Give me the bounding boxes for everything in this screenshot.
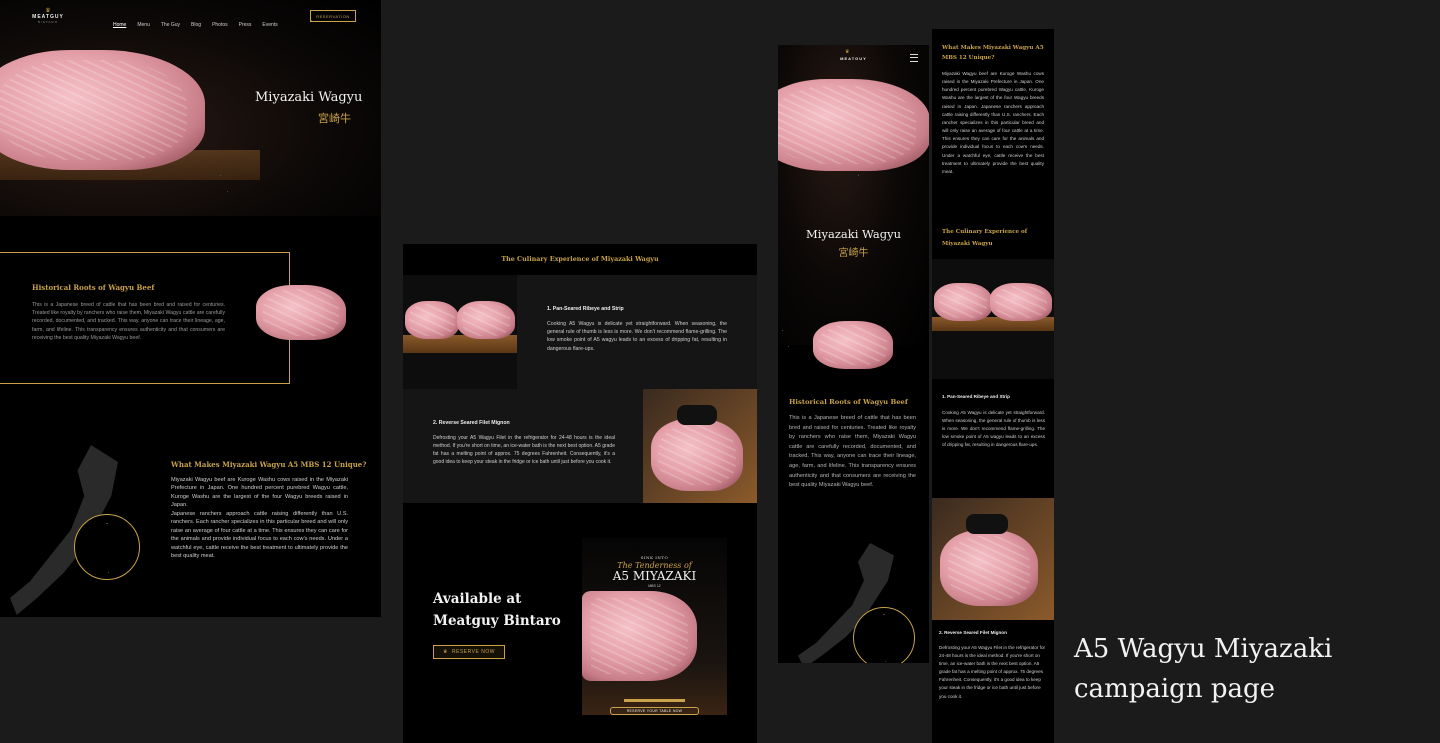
item2-title: 2. Reverse Seared Filet Mignon <box>433 420 510 426</box>
ribeye-image <box>403 275 517 389</box>
nav-home[interactable]: Home <box>113 22 126 28</box>
caption-line-1: A5 Wagyu Miyazaki <box>1074 634 1333 664</box>
item1-title: 1. Pan-Seared Ribeye and Strip <box>547 306 624 312</box>
mobile-hero-title: Miyazaki Wagyu <box>806 227 901 241</box>
mobile-unique-text: Miyazaki Wagyu beef are Kuroge Washu cow… <box>942 71 1044 174</box>
hero-title: Miyazaki Wagyu <box>255 90 363 105</box>
nav-press[interactable]: Press <box>239 22 252 28</box>
poster-title: A5 MIYAZAKI <box>612 569 697 583</box>
nav-events[interactable]: Events <box>262 22 277 28</box>
mobile-ribeye-image <box>932 259 1054 379</box>
filet-meat <box>940 530 1038 606</box>
gloved-hand <box>966 514 1008 534</box>
desktop-mockup: ♛ MEATGUY BINTARO Home Menu The Guy Blog Pho… <box>0 0 381 617</box>
mobile-unique-title: What Makes Miyazaki Wagyu A5 MBS 12 Uniq… <box>942 45 1044 61</box>
unique-text-2: Japanese ranchers approach cattle raisin… <box>171 511 348 560</box>
miyazaki-outline-icon <box>875 614 893 662</box>
japan-map-outline <box>220 20 342 192</box>
historical-title: Historical Roots of Wagyu Beef <box>32 283 155 292</box>
ribeye-right <box>990 283 1052 321</box>
mobile-historical-text: This is a Japanese breed of cattle that … <box>789 415 916 489</box>
poster-mbs: MBS 12 <box>648 584 661 588</box>
mobile-hero-image <box>778 79 929 171</box>
mobile-mockup-1: ♛ MEATGUY Miyazaki Wagyu 宮崎牛 Historical … <box>778 45 929 663</box>
wagyu-hero-image <box>0 50 205 170</box>
miyazaki-map-circle <box>853 607 915 663</box>
ribeye-right <box>457 301 515 339</box>
mobile-item2-title: 2. Reverse Seared Filet Mignon <box>939 630 1007 635</box>
brand-logo[interactable]: ♛ MEATGUY BINTARO <box>28 8 68 24</box>
nav-photos[interactable]: Photos <box>212 22 228 28</box>
ribeye-left <box>934 283 992 321</box>
mobile-hero-kanji: 宮崎牛 <box>838 248 869 259</box>
nav-blog[interactable]: Blog <box>191 22 201 28</box>
miyazaki-outline-icon <box>97 523 117 573</box>
filet-meat <box>651 419 743 491</box>
mobile-item1-text: Cooking A5 Wagyu is delicate yet straigh… <box>942 410 1045 448</box>
mobile-filet-image <box>932 498 1054 620</box>
brand-sub: BINTARO <box>37 20 59 24</box>
gloved-hand <box>677 405 717 425</box>
filet-image <box>643 389 757 503</box>
poster-wagyu-image <box>582 591 697 681</box>
mobile-mockup-2: What Makes Miyazaki Wagyu A5 MBS 12 Uniq… <box>932 29 1054 743</box>
hamburger-icon[interactable] <box>910 54 918 62</box>
available-line-2: Meatguy Bintaro <box>433 613 561 629</box>
historical-text: This is a Japanese breed of cattle that … <box>32 302 225 341</box>
crown-icon: ♛ <box>845 49 850 55</box>
desktop-hero: ♛ MEATGUY BINTARO Home Menu The Guy Blog Pho… <box>0 0 381 216</box>
wagyu-block-image <box>256 285 346 340</box>
unique-title: What Makes Miyazaki Wagyu A5 MBS 12 Uniq… <box>171 460 367 469</box>
caption-line-2: campaign page <box>1074 674 1276 704</box>
reserve-now-button[interactable]: ♛ RESERVE NOW <box>433 645 505 659</box>
reserve-now-label: RESERVE NOW <box>452 649 495 655</box>
unique-text-1: Miyazaki Wagyu beef are Kuroge Washu cow… <box>171 477 348 509</box>
poster-sink-into: SINK INTO <box>640 555 669 560</box>
mobile-culinary-title: The Culinary Experience of Miyazaki Wagy… <box>942 229 1028 247</box>
available-line-1: Available at <box>433 591 522 607</box>
item1-text: Cooking A5 Wagyu is delicate yet straigh… <box>547 321 727 352</box>
historical-section: Historical Roots of Wagyu Beef This is a… <box>0 252 290 384</box>
nav-menu[interactable]: Menu <box>137 22 150 28</box>
culinary-header: The Culinary Experience of Miyazaki Wagy… <box>403 244 757 275</box>
item2-text: Defrosting your A5 Wagyu Filet in the re… <box>433 435 615 465</box>
mobile-item1-title: 1. Pan-Seared Ribeye and Strip <box>942 394 1010 399</box>
nav-the-guy[interactable]: The Guy <box>161 22 180 28</box>
ribeye-left <box>405 301 459 339</box>
poster-gold-bar <box>624 699 685 702</box>
mobile-hero: ♛ MEATGUY Miyazaki Wagyu 宮崎牛 <box>778 45 929 347</box>
available-section: Available at Meatguy Bintaro ♛ RESERVE N… <box>403 503 757 743</box>
reservation-button[interactable]: RESERVATION <box>310 10 356 22</box>
miyazaki-map-circle <box>74 514 140 580</box>
promo-poster: SINK INTO The Tenderness of A5 MIYAZAKI … <box>582 538 727 715</box>
desktop-header: ♛ MEATGUY BINTARO Home Menu The Guy Blog Pho… <box>0 8 381 28</box>
hero-kanji: 宮崎牛 <box>318 112 351 125</box>
mobile-item2-text: Defrosting your A5 Wagyu Filet in the re… <box>939 645 1046 699</box>
mobile-historical-title: Historical Roots of Wagyu Beef <box>789 398 908 406</box>
culinary-title: The Culinary Experience of Miyazaki Wagy… <box>501 255 659 263</box>
crown-icon: ♛ <box>443 649 449 655</box>
culinary-mockup: The Culinary Experience of Miyazaki Wagy… <box>403 244 757 743</box>
desktop-nav: Home Menu The Guy Blog Photos Press Events <box>113 13 289 31</box>
mobile-brand[interactable]: MEATGUY <box>778 56 929 61</box>
mobile-wagyu-block-image <box>813 321 893 369</box>
poster-reserve-button[interactable]: RESERVE YOUR TABLE NOW <box>610 707 699 715</box>
